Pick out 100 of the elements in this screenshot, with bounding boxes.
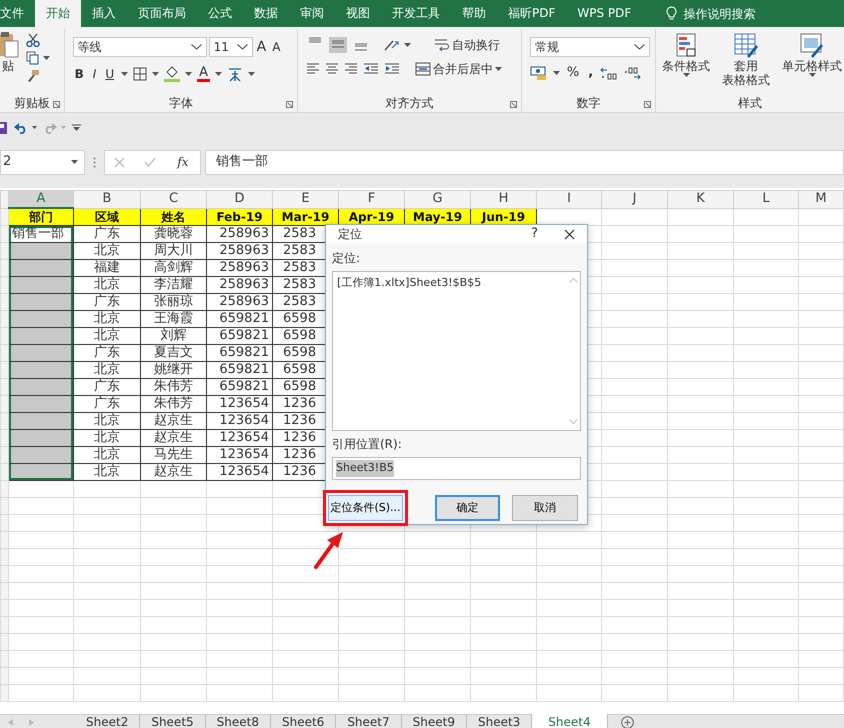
brush-icon[interactable] — [26, 69, 40, 82]
caret-icon[interactable] — [121, 72, 128, 76]
increase-decimal-icon[interactable] — [600, 66, 618, 80]
undo-icon[interactable] — [14, 122, 28, 134]
conditional-format-button[interactable]: 条件格式 — [660, 33, 712, 77]
decrease-decimal-icon[interactable] — [623, 66, 642, 80]
borders-icon[interactable] — [133, 66, 148, 80]
copy-icon[interactable] — [26, 51, 39, 65]
decrease-indent-icon[interactable] — [363, 63, 380, 75]
ribbon-tab[interactable]: 开发工具 — [381, 0, 451, 27]
search-field[interactable]: 操作说明搜索 — [683, 4, 756, 22]
orientation-icon[interactable] — [383, 38, 400, 52]
sheet-tab[interactable]: Sheet6 — [270, 714, 336, 728]
column-header[interactable]: C — [140, 190, 206, 208]
number-format-field[interactable]: 常规 — [530, 37, 650, 57]
scissors-icon[interactable] — [26, 33, 40, 47]
ribbon-tab[interactable]: 公式 — [197, 0, 243, 27]
italic-button[interactable]: I — [90, 66, 98, 82]
dialog-button[interactable]: 确定 — [435, 495, 500, 521]
customize-icon[interactable] — [72, 124, 81, 132]
sheet-tab[interactable]: Sheet5 — [140, 714, 206, 728]
list-item[interactable]: [工作簿1.xltx]Sheet3!$B$5 — [337, 275, 562, 292]
grow-font-button[interactable]: A — [254, 39, 268, 55]
launcher-icon[interactable] — [52, 101, 60, 108]
caret-icon[interactable] — [215, 72, 222, 76]
phonetic-icon[interactable] — [227, 66, 244, 82]
help-button[interactable]: ? — [529, 226, 540, 242]
fill-color-icon[interactable] — [164, 65, 180, 82]
column-header[interactable]: D — [206, 190, 272, 208]
percent-button[interactable]: % — [564, 65, 582, 81]
cell-styles-button[interactable]: 单元格样式 — [780, 33, 844, 77]
wrap-text-button[interactable]: 自动换行 — [432, 37, 502, 53]
bold-button[interactable]: B — [72, 66, 86, 82]
paste-button[interactable]: 贴 — [0, 29, 22, 95]
column-header[interactable]: M — [798, 190, 844, 208]
caret-icon[interactable] — [236, 44, 248, 50]
caret-icon[interactable] — [152, 72, 160, 76]
caret-icon[interactable] — [43, 56, 50, 60]
column-header[interactable]: K — [668, 190, 734, 208]
currency-icon[interactable] — [530, 66, 548, 80]
ribbon-tab[interactable]: 插入 — [81, 0, 127, 27]
sheet-tab[interactable]: Sheet7 — [336, 714, 402, 728]
format-as-table-button[interactable]: 套用 表格格式 — [720, 33, 772, 87]
dialog-button[interactable]: 取消 — [512, 495, 578, 521]
column-header[interactable]: J — [602, 190, 668, 208]
launcher-icon[interactable] — [644, 101, 652, 108]
sheet-tab[interactable]: Sheet4 — [532, 714, 608, 728]
ribbon-tab[interactable]: 福昕PDF — [497, 0, 566, 27]
ribbon-tab[interactable]: 审阅 — [289, 0, 335, 27]
formula-field[interactable]: 销售一部 — [205, 150, 844, 174]
ribbon-tab[interactable]: 页面布局 — [127, 0, 197, 27]
ribbon-tab[interactable]: 数据 — [243, 0, 289, 27]
column-header[interactable]: A — [8, 190, 74, 208]
reference-list[interactable]: [工作簿1.xltx]Sheet3!$B$5 — [332, 271, 581, 431]
name-box[interactable]: 2 — [0, 150, 85, 174]
caret-icon[interactable] — [552, 71, 560, 75]
align-left-icon[interactable] — [306, 63, 320, 75]
grip-icon[interactable] — [93, 156, 96, 168]
caret-icon[interactable] — [185, 72, 192, 76]
vertical-align-icon[interactable] — [329, 37, 348, 53]
ribbon-tab[interactable]: 视图 — [335, 0, 381, 27]
close-icon[interactable] — [564, 228, 575, 240]
sheet-tab[interactable]: Sheet2 — [75, 714, 140, 728]
column-header[interactable]: I — [536, 190, 602, 208]
caret-icon[interactable] — [190, 44, 202, 50]
dialog-button[interactable]: 定位条件(S)... — [328, 495, 403, 521]
launcher-icon[interactable] — [286, 101, 294, 108]
add-sheet-icon[interactable] — [621, 716, 634, 728]
ribbon-tab[interactable]: 帮助 — [451, 0, 497, 27]
reference-field[interactable]: Sheet3!B5 — [332, 457, 581, 480]
launcher-icon[interactable] — [510, 101, 517, 108]
ribbon-tab[interactable]: WPS PDF — [566, 0, 642, 27]
font-field[interactable]: 等线 — [72, 37, 207, 57]
underline-button[interactable]: U — [103, 66, 116, 82]
sheet-tab[interactable]: Sheet8 — [206, 714, 271, 728]
column-header[interactable]: H — [470, 190, 536, 208]
merge-center-button[interactable]: 合并后居中 — [413, 61, 504, 77]
ribbon-tab[interactable]: 文件 — [0, 0, 35, 27]
align-right-icon[interactable] — [344, 63, 358, 75]
increase-indent-icon[interactable] — [384, 63, 400, 75]
column-header[interactable]: E — [272, 190, 338, 208]
save-icon[interactable] — [0, 120, 8, 134]
column-header[interactable]: B — [74, 190, 140, 208]
ribbon-tab[interactable]: 开始 — [35, 0, 81, 27]
shrink-font-button[interactable]: A — [270, 39, 282, 55]
caret-icon[interactable] — [71, 160, 78, 164]
caret-icon[interactable] — [404, 43, 412, 47]
insert-function-button[interactable]: fx — [175, 154, 191, 170]
caret-icon[interactable] — [634, 44, 645, 50]
align-center-icon[interactable] — [325, 63, 340, 75]
lightbulb-icon[interactable] — [666, 6, 678, 21]
column-header[interactable]: F — [338, 190, 404, 208]
caret-icon[interactable] — [32, 126, 37, 129]
font-color-button[interactable]: A — [197, 66, 210, 82]
caret-icon[interactable] — [248, 72, 256, 76]
sheet-tab[interactable]: Sheet9 — [402, 714, 467, 728]
size-field[interactable]: 11 — [208, 37, 253, 57]
column-header[interactable]: L — [734, 190, 798, 208]
comma-button[interactable]: , — [586, 65, 596, 81]
column-header[interactable]: G — [404, 190, 470, 208]
